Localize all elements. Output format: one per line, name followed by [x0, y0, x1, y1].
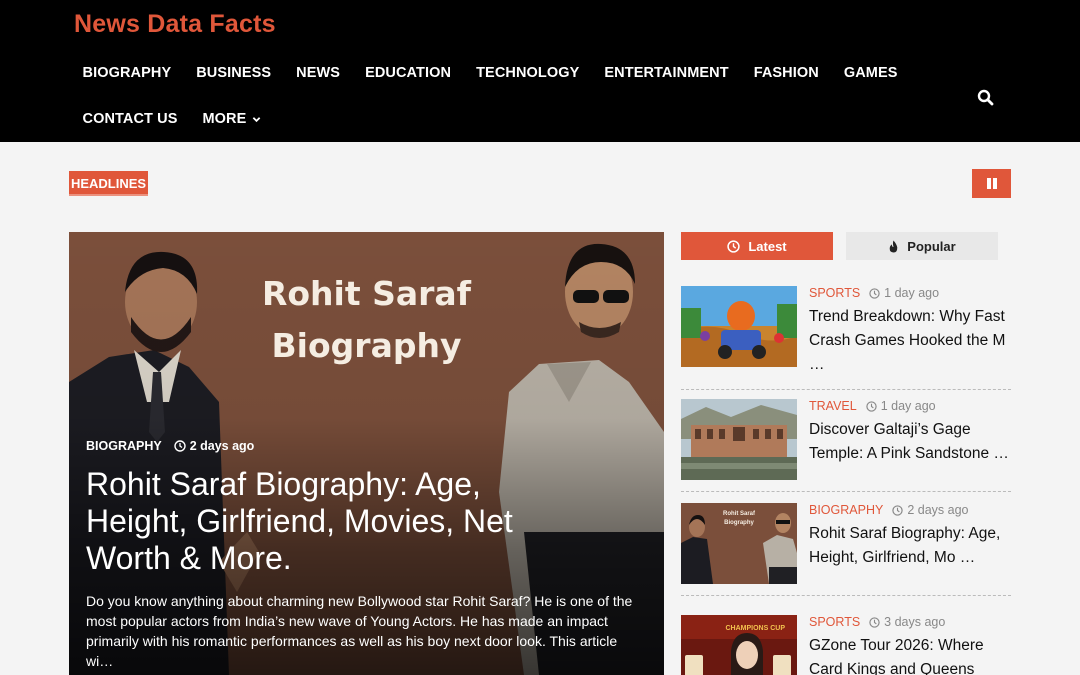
post-thumbnail[interactable] [681, 286, 797, 367]
featured-image-title-line2: Biography [271, 326, 462, 365]
nav-more-label: MORE [202, 111, 247, 127]
tab-popular[interactable]: Popular [846, 232, 998, 260]
ticker-pause-button[interactable] [972, 169, 1011, 198]
clock-icon [866, 400, 877, 412]
search-icon[interactable] [976, 88, 996, 108]
featured-time-text: 2 days ago [189, 439, 255, 453]
nav-item-entertainment[interactable]: ENTERTAINMENT [592, 64, 741, 82]
featured-image-title-line1: Rohit Saraf [261, 274, 472, 313]
tab-popular-label: Popular [907, 238, 956, 254]
post-time-text: 1 day ago [884, 286, 940, 300]
post-time: 1 day ago [869, 286, 939, 300]
fire-icon [890, 240, 898, 252]
site-title[interactable]: News Data Facts [74, 10, 276, 39]
post-thumbnail-text1: Rohit Saraf [722, 511, 755, 517]
post-meta: BIOGRAPHY 2 days ago [809, 503, 969, 517]
post-divider [681, 491, 1011, 492]
featured-category[interactable]: BIOGRAPHY [86, 439, 162, 453]
post-thumbnail[interactable] [681, 399, 797, 480]
post-meta: TRAVEL 1 day ago [809, 399, 936, 413]
post-time: 1 day ago [866, 399, 936, 413]
featured-post[interactable]: Rohit Saraf Biography BIOGRAPHY 2 days a… [69, 232, 664, 675]
nav-item-business[interactable]: BUSINESS [184, 64, 284, 82]
post-meta: SPORTS 1 day ago [809, 286, 939, 300]
nav-item-games[interactable]: GAMES [831, 64, 910, 82]
nav-item-news[interactable]: NEWS [284, 64, 353, 82]
nav-item-technology[interactable]: TECHNOLOGY [464, 64, 592, 82]
main-nav-row-1: BIOGRAPHY BUSINESS NEWS EDUCATION TECHNO… [70, 64, 910, 82]
featured-title[interactable]: Rohit Saraf Biography: Age, Height, Girl… [86, 466, 586, 577]
post-title[interactable]: Rohit Saraf Biography: Age, Height, Girl… [809, 522, 1009, 570]
post-category[interactable]: BIOGRAPHY [809, 503, 883, 517]
list-item: CHAMPIONS CUP SPORTS 3 days ago GZone To… [681, 615, 1011, 675]
nav-item-biography[interactable]: BIOGRAPHY [70, 64, 184, 82]
clock-icon [892, 504, 904, 516]
list-item: Rohit Saraf Biography BIOGRAPHY 2 days a… [681, 503, 1011, 596]
post-title[interactable]: GZone Tour 2026: Where Card Kings and Qu… [809, 634, 1009, 675]
post-thumbnail-image [681, 615, 797, 675]
post-title[interactable]: Trend Breakdown: Why Fast Crash Games Ho… [809, 305, 1009, 377]
post-divider [681, 595, 1011, 596]
nav-item-more[interactable]: MORE [190, 110, 274, 128]
featured-excerpt: Do you know anything about charming new … [86, 593, 633, 669]
post-category[interactable]: SPORTS [809, 615, 860, 629]
pause-icon-bar-left [987, 178, 991, 189]
clock-icon [869, 616, 880, 628]
post-time-text: 1 day ago [880, 399, 936, 413]
chevron-down-icon [253, 116, 261, 122]
post-time: 2 days ago [892, 503, 969, 517]
list-item: TRAVEL 1 day ago Discover Galtaji’s Gage… [681, 399, 1011, 492]
post-time-text: 2 days ago [907, 503, 969, 517]
post-thumbnail[interactable]: CHAMPIONS CUP [681, 615, 797, 675]
post-divider [681, 389, 1011, 390]
clock-icon [869, 287, 880, 299]
post-thumbnail[interactable]: Rohit Saraf Biography [681, 503, 797, 584]
post-time: 3 days ago [869, 615, 945, 629]
clock-icon [727, 239, 741, 253]
post-category[interactable]: SPORTS [809, 286, 860, 300]
nav-item-fashion[interactable]: FASHION [741, 64, 831, 82]
post-time-text: 3 days ago [884, 615, 946, 629]
post-title[interactable]: Discover Galtaji’s Gage Temple: A Pink S… [809, 418, 1009, 466]
tab-latest[interactable]: Latest [681, 232, 833, 260]
post-meta: SPORTS 3 days ago [809, 615, 945, 629]
site-header: News Data Facts BIOGRAPHY BUSINESS NEWS … [0, 0, 1080, 142]
nav-item-contact-us[interactable]: CONTACT US [70, 110, 190, 128]
post-thumbnail-text2: Biography [724, 520, 754, 526]
main-nav-row-2: CONTACT US MORE [70, 110, 274, 128]
tab-latest-label: Latest [748, 238, 787, 254]
post-thumbnail-text: CHAMPIONS CUP [725, 625, 785, 632]
post-category[interactable]: TRAVEL [809, 399, 857, 413]
featured-meta: BIOGRAPHY 2 days ago [86, 439, 254, 453]
clock-icon [174, 440, 186, 452]
list-item: SPORTS 1 day ago Trend Breakdown: Why Fa… [681, 286, 1011, 390]
headlines-label: HEADLINES [69, 171, 148, 196]
featured-time: 2 days ago [174, 439, 255, 453]
pause-icon-bar-right [993, 178, 997, 189]
nav-item-education[interactable]: EDUCATION [353, 64, 464, 82]
